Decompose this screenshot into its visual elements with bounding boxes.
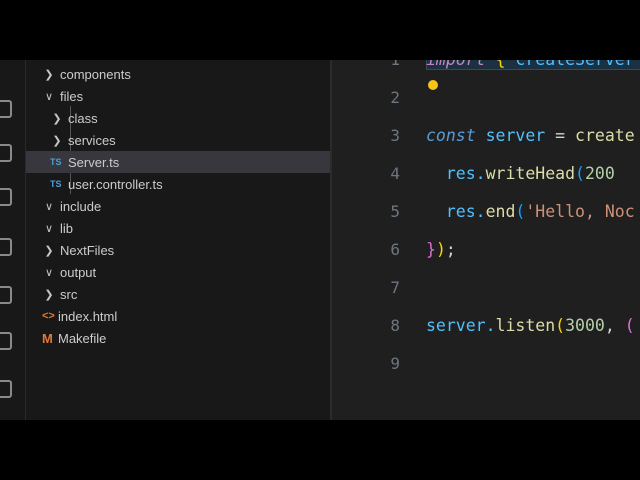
explorer-item[interactable]: TS user.controller.ts [26, 173, 331, 195]
chevron-right-icon: ❯ [44, 244, 54, 257]
makefile-icon: M [42, 330, 53, 346]
typescript-icon: TS [50, 157, 62, 167]
python-icon[interactable] [0, 188, 12, 206]
explorer-item[interactable]: ❯ class [26, 107, 331, 129]
explorer-item[interactable]: ∨ lib [26, 217, 331, 239]
explorer-item[interactable]: M Makefile [26, 327, 331, 349]
code-editor[interactable]: 1 2 3 4 5 6 7 8 9 import { createServer const se… [332, 60, 640, 420]
chevron-down-icon: ∨ [44, 266, 54, 279]
line-number: 1 [332, 60, 400, 69]
explorer-item-label: NextFiles [60, 242, 115, 258]
explorer-item[interactable]: ❯ services [26, 129, 331, 151]
chevron-right-icon: ❯ [52, 134, 62, 147]
extensions-cube-icon[interactable] [0, 144, 12, 162]
explorer-item[interactable]: <> index.html [26, 305, 331, 327]
chevron-down-icon: ∨ [44, 90, 54, 103]
packages-icon[interactable] [0, 332, 12, 350]
vscode-window: ❯ components ∨ files ❯ class ❯ services TS Server… [0, 60, 640, 420]
explorer-item-label: include [60, 198, 102, 214]
explorer-item[interactable]: ∨ include [26, 195, 331, 217]
explorer-item[interactable]: ∨ files [26, 85, 331, 107]
remote-explorer-icon[interactable] [0, 100, 12, 118]
explorer-item[interactable]: TS Server.ts [26, 151, 331, 173]
line-number: 2 [390, 88, 400, 107]
line-number: 9 [390, 354, 400, 373]
terminal-panel-icon[interactable] [0, 238, 12, 256]
code-line-3: const server = create [426, 126, 635, 145]
chevron-right-icon: ❯ [44, 288, 54, 301]
activity-bar [0, 60, 25, 420]
line-number: 3 [390, 126, 400, 145]
code-line-5: res.end('Hello, Noc [426, 202, 635, 221]
chevron-right-icon: ❯ [52, 112, 62, 125]
explorer-item[interactable]: ∨ output [26, 261, 331, 283]
line-number: 8 [390, 316, 400, 335]
explorer-item[interactable]: ❯ NextFiles [26, 239, 331, 261]
line-number: 4 [390, 164, 400, 183]
file-explorer: ❯ components ∨ files ❯ class ❯ services TS Server… [25, 60, 331, 420]
typescript-icon: TS [50, 179, 62, 189]
explorer-item-label: components [60, 66, 131, 82]
line-number: 5 [390, 202, 400, 221]
explorer-item-label: Server.ts [68, 154, 120, 170]
explorer-item-label: lib [60, 220, 74, 236]
explorer-item[interactable]: ❯ components [26, 63, 331, 85]
code-line-4: res.writeHead(200 [426, 164, 615, 183]
explorer-item-label: src [60, 286, 78, 302]
html-icon: <> [42, 310, 55, 322]
clipboard-icon[interactable] [0, 380, 12, 398]
explorer-item[interactable]: ❯ src [26, 283, 331, 305]
code-line-1: import { createServer [426, 60, 635, 69]
chevron-right-icon: ❯ [44, 68, 54, 81]
explorer-item-label: index.html [58, 308, 118, 324]
explorer-item-label: Makefile [58, 330, 107, 346]
explorer-item-label: services [68, 132, 116, 148]
code-line-6: }); [426, 240, 456, 259]
chevron-down-icon: ∨ [44, 222, 54, 235]
explorer-item-label: user.controller.ts [68, 176, 163, 192]
chevron-down-icon: ∨ [44, 200, 54, 213]
code-line-8: server.listen(3000, ( [426, 316, 635, 335]
lightbulb-icon[interactable] [428, 80, 438, 90]
explorer-item-label: class [68, 110, 98, 126]
explorer-item-label: output [60, 264, 97, 280]
line-number: 6 [390, 240, 400, 259]
line-number: 7 [390, 278, 400, 297]
explorer-item-label: files [60, 88, 84, 104]
outline-icon[interactable] [0, 286, 12, 304]
